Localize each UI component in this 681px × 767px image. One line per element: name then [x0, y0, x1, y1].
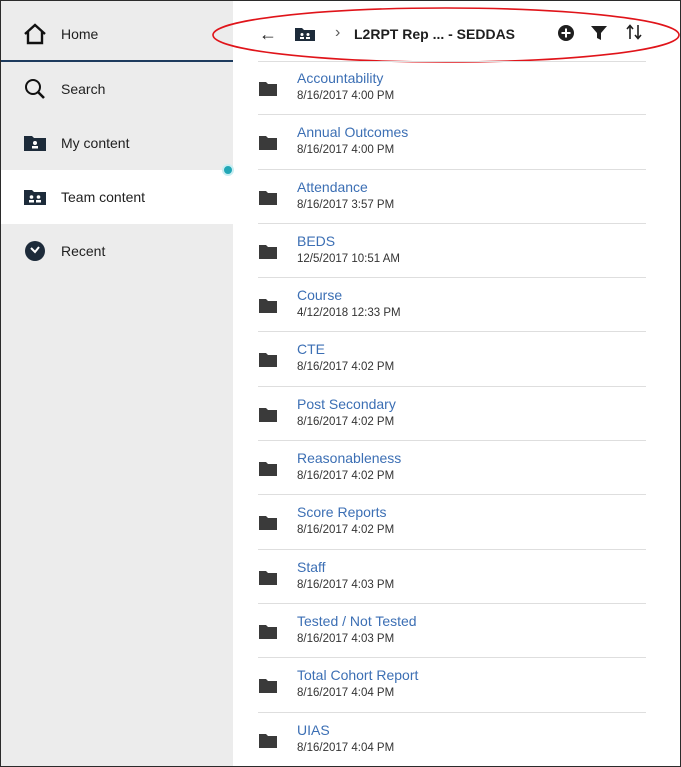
sidebar-item-label: Recent — [61, 243, 106, 259]
clock-icon — [23, 239, 47, 263]
sidebar-item-home[interactable]: Home — [1, 7, 233, 61]
folder-icon — [259, 462, 277, 481]
folder-icon — [259, 299, 277, 318]
list-item[interactable]: Annual Outcomes 8/16/2017 4:00 PM — [258, 115, 646, 170]
list-item[interactable]: Course 4/12/2018 12:33 PM — [258, 278, 646, 333]
folder-icon — [259, 82, 277, 101]
folder-date: 8/16/2017 4:03 PM — [297, 578, 395, 591]
list-item[interactable]: BEDS 12/5/2017 10:51 AM — [258, 224, 646, 279]
folder-date: 8/16/2017 4:04 PM — [297, 687, 395, 700]
chevron-right-icon: › — [335, 24, 341, 41]
folder-name[interactable]: Accountability — [297, 70, 383, 86]
list-item[interactable]: Reasonableness 8/16/2017 4:02 PM — [258, 441, 646, 496]
notification-dot — [222, 164, 234, 176]
folder-name[interactable]: Staff — [297, 559, 326, 575]
add-circle-icon[interactable] — [558, 25, 574, 46]
sidebar-item-label: Search — [61, 81, 106, 97]
list-item[interactable]: Tested / Not Tested 8/16/2017 4:03 PM — [258, 604, 646, 659]
folder-date: 8/16/2017 4:02 PM — [297, 361, 395, 374]
sidebar-item-search[interactable]: Search — [1, 62, 233, 116]
home-icon — [23, 22, 47, 46]
breadcrumb[interactable]: L2RPT Rep ... - SEDDAS — [354, 26, 515, 42]
folder-date: 4/12/2018 12:33 PM — [297, 307, 401, 320]
folder-icon — [259, 679, 277, 698]
folder-name[interactable]: Course — [297, 287, 342, 303]
list-item[interactable]: Accountability 8/16/2017 4:00 PM — [258, 61, 646, 116]
folder-name[interactable]: CTE — [297, 341, 325, 357]
sidebar-item-label: Team content — [61, 189, 146, 205]
folder-icon — [259, 733, 277, 753]
folder-name[interactable]: Post Secondary — [297, 396, 396, 412]
sidebar-item-team-content[interactable]: Team content — [1, 170, 233, 224]
folder-date: 8/16/2017 4:02 PM — [297, 415, 395, 428]
folder-name[interactable]: BEDS — [297, 233, 335, 249]
list-item[interactable]: Post Secondary 8/16/2017 4:02 PM — [258, 387, 646, 442]
list-item[interactable]: Total Cohort Report 8/16/2017 4:04 PM — [258, 658, 646, 713]
folder-icon — [259, 244, 277, 264]
folder-icon — [259, 190, 277, 210]
folder-date: 8/16/2017 3:57 PM — [297, 198, 395, 211]
folder-date: 8/16/2017 4:02 PM — [297, 524, 395, 537]
folder-name[interactable]: Score Reports — [297, 504, 386, 520]
folder-icon — [259, 570, 277, 590]
search-icon — [23, 77, 47, 101]
list-item[interactable]: Staff 8/16/2017 4:03 PM — [258, 550, 646, 604]
folder-user-icon — [23, 131, 47, 155]
folder-date: 8/16/2017 4:00 PM — [297, 144, 395, 157]
folder-date: 8/16/2017 4:03 PM — [297, 632, 395, 645]
sort-icon[interactable] — [625, 23, 643, 45]
folder-date: 8/16/2017 4:02 PM — [297, 470, 395, 483]
folder-icon — [259, 136, 277, 155]
sidebar-item-my-content[interactable]: My content — [1, 116, 233, 170]
folder-icon — [259, 353, 277, 372]
list-item[interactable]: Score Reports 8/16/2017 4:02 PM — [258, 495, 646, 550]
folder-name[interactable]: UIAS — [297, 722, 330, 738]
folder-team-icon[interactable] — [295, 27, 315, 46]
folder-team-icon — [23, 185, 47, 209]
folder-date: 12/5/2017 10:51 AM — [297, 252, 400, 265]
folder-name[interactable]: Attendance — [297, 179, 368, 195]
arrow-left-icon[interactable]: ← — [259, 25, 277, 43]
sidebar-item-label: Home — [61, 26, 99, 42]
folder-name[interactable]: Total Cohort Report — [297, 667, 418, 683]
sidebar-item-recent[interactable]: Recent — [1, 224, 233, 278]
list-item[interactable]: Attendance 8/16/2017 3:57 PM — [258, 170, 646, 224]
folder-icon — [259, 407, 277, 427]
folder-icon — [259, 624, 277, 644]
list-item[interactable]: UIAS 8/16/2017 4:04 PM — [258, 713, 646, 767]
folder-name[interactable]: Annual Outcomes — [297, 124, 408, 140]
folder-date: 8/16/2017 4:04 PM — [297, 741, 395, 754]
folder-icon — [259, 516, 277, 535]
folder-list: Accountability 8/16/2017 4:00 PM Annual … — [258, 61, 646, 767]
sidebar-item-label: My content — [61, 135, 130, 151]
toolbar: ← › L2RPT Rep ... - SEDDAS — [233, 10, 681, 58]
list-item[interactable]: CTE 8/16/2017 4:02 PM — [258, 332, 646, 387]
sidebar: Home Search My content Team content Rece… — [1, 1, 233, 766]
folder-name[interactable]: Reasonableness — [297, 450, 401, 466]
filter-icon[interactable] — [591, 25, 607, 46]
folder-name[interactable]: Tested / Not Tested — [297, 613, 417, 629]
folder-date: 8/16/2017 4:00 PM — [297, 90, 395, 102]
